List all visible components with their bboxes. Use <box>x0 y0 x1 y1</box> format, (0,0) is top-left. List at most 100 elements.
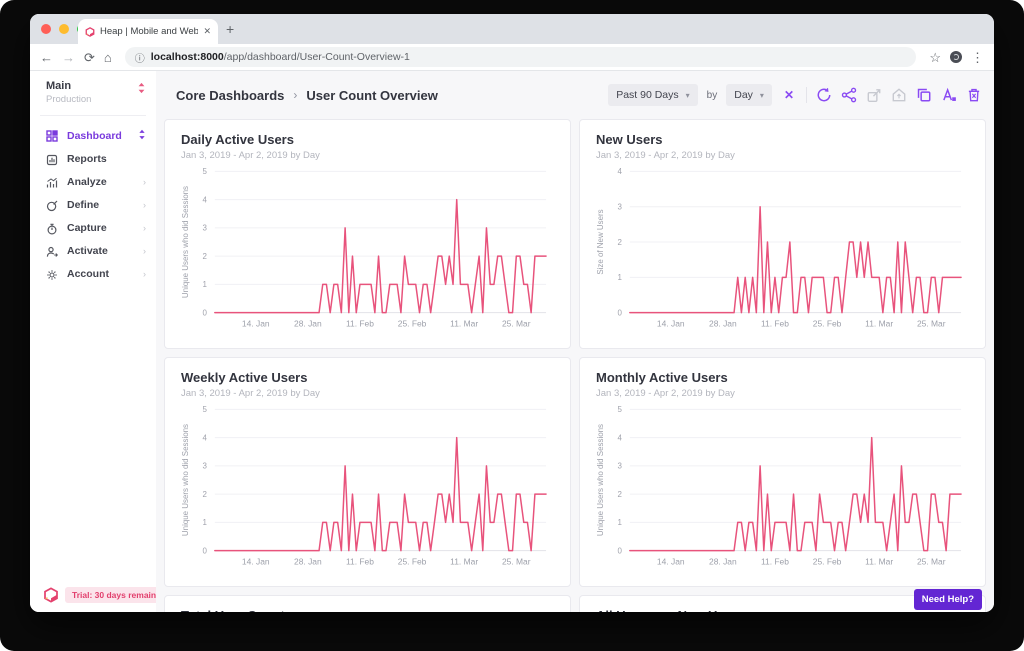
svg-text:25. Feb: 25. Feb <box>813 557 842 567</box>
address-bar[interactable]: ⓘ localhost:8000/app/dashboard/User-Coun… <box>125 47 917 67</box>
analyze-icon <box>46 176 58 188</box>
sidebar-item-account[interactable]: Account › <box>30 262 156 285</box>
card-total-user-count[interactable]: Total User Count <box>164 595 571 612</box>
card-daily-active-users[interactable]: Daily Active Users Jan 3, 2019 - Apr 2, … <box>164 119 571 349</box>
card-title: Total User Count <box>181 608 554 612</box>
dashboard-caret-icon[interactable] <box>138 129 146 142</box>
trash-icon[interactable] <box>966 87 982 103</box>
svg-text:11. Mar: 11. Mar <box>865 557 893 567</box>
refresh-icon[interactable] <box>816 87 832 103</box>
svg-text:28. Jan: 28. Jan <box>294 319 322 329</box>
svg-text:25. Feb: 25. Feb <box>398 319 427 329</box>
svg-text:3: 3 <box>617 462 622 471</box>
dashboard-main: Core Dashboards › User Count Overview Pa… <box>156 71 994 612</box>
card-weekly-active-users[interactable]: Weekly Active Users Jan 3, 2019 - Apr 2,… <box>164 357 571 587</box>
activate-icon <box>46 245 58 257</box>
home-icon[interactable]: ⌂ <box>104 51 112 64</box>
url-host: localhost:8000 <box>151 51 224 63</box>
svg-text:Size of New Users: Size of New Users <box>596 209 605 274</box>
heap-logo-icon <box>43 587 59 603</box>
rename-icon[interactable] <box>941 87 957 103</box>
bookmark-star-icon[interactable]: ☆ <box>929 51 941 64</box>
sidebar-item-label: Dashboard <box>67 130 122 142</box>
granularity-dropdown[interactable]: Day ▾ <box>726 84 772 106</box>
svg-text:0: 0 <box>202 308 207 317</box>
sidebar-item-label: Reports <box>67 153 107 165</box>
svg-text:Unique Users who did Sessions: Unique Users who did Sessions <box>181 424 190 536</box>
sidebar-item-reports[interactable]: Reports <box>30 147 156 170</box>
capture-icon <box>46 222 58 234</box>
svg-text:14. Jan: 14. Jan <box>657 319 685 329</box>
minimize-window-button[interactable] <box>59 24 69 34</box>
line-chart: 01234514. Jan28. Jan11. Feb25. Feb11. Ma… <box>181 401 554 571</box>
extension-icon[interactable] <box>950 51 962 63</box>
breadcrumb-core-dashboards[interactable]: Core Dashboards <box>176 88 284 103</box>
chevron-down-icon: ▾ <box>760 91 764 100</box>
svg-text:0: 0 <box>617 546 622 555</box>
svg-text:2: 2 <box>617 490 622 499</box>
browser-tabstrip: Heap | Mobile and Web Analyti ✕ + <box>30 14 994 44</box>
reload-icon[interactable]: ⟳ <box>84 51 95 64</box>
tab-close-icon[interactable]: ✕ <box>203 26 211 37</box>
close-window-button[interactable] <box>41 24 51 34</box>
svg-text:1: 1 <box>617 518 622 527</box>
cards-row-1: Daily Active Users Jan 3, 2019 - Apr 2, … <box>164 119 986 349</box>
svg-text:14. Jan: 14. Jan <box>657 557 685 567</box>
cards-row-3: Total User Count All Users vs. New Users <box>164 595 986 612</box>
forward-icon[interactable]: → <box>62 51 75 64</box>
date-range-value: Past 90 Days <box>616 89 678 101</box>
tab-title: Heap | Mobile and Web Analyti <box>100 26 198 37</box>
sidebar-item-dashboard[interactable]: Dashboard <box>30 124 156 147</box>
card-new-users[interactable]: New Users Jan 3, 2019 - Apr 2, 2019 by D… <box>579 119 986 349</box>
clear-filter-icon[interactable]: ✕ <box>784 88 794 102</box>
svg-text:0: 0 <box>202 546 207 555</box>
back-icon[interactable]: ← <box>40 51 53 64</box>
svg-text:1: 1 <box>202 518 207 527</box>
card-title: All Users vs. New Users <box>596 608 969 612</box>
browser-tab[interactable]: Heap | Mobile and Web Analyti ✕ <box>78 19 218 44</box>
sidebar-item-label: Define <box>67 199 99 211</box>
svg-text:11. Feb: 11. Feb <box>761 319 789 329</box>
sidebar-item-label: Analyze <box>67 176 107 188</box>
site-info-icon[interactable]: ⓘ <box>135 50 145 65</box>
card-subtitle: Jan 3, 2019 - Apr 2, 2019 by Day <box>181 388 554 399</box>
home-pin-icon[interactable] <box>891 87 907 103</box>
need-help-button[interactable]: Need Help? <box>914 589 982 610</box>
chevron-right-icon: › <box>143 223 146 233</box>
line-chart: 01234514. Jan28. Jan11. Feb25. Feb11. Ma… <box>596 401 969 571</box>
breadcrumb-separator-icon: › <box>293 88 297 102</box>
browser-menu-icon[interactable]: ⋮ <box>971 51 984 64</box>
card-title: Weekly Active Users <box>181 370 554 385</box>
share-icon[interactable] <box>841 87 857 103</box>
sidebar-item-define[interactable]: Define › <box>30 193 156 216</box>
sidebar-item-capture[interactable]: Capture › <box>30 216 156 239</box>
chevron-down-icon: ▾ <box>686 91 690 100</box>
line-chart: 0123414. Jan28. Jan11. Feb25. Feb11. Mar… <box>596 163 969 333</box>
card-monthly-active-users[interactable]: Monthly Active Users Jan 3, 2019 - Apr 2… <box>579 357 986 587</box>
duplicate-icon[interactable] <box>916 87 932 103</box>
workspace-caret-icon[interactable] <box>137 82 146 94</box>
svg-text:5: 5 <box>202 167 207 176</box>
new-tab-button[interactable]: + <box>226 21 234 37</box>
sidebar-item-label: Capture <box>67 222 107 234</box>
report-icon <box>46 153 58 165</box>
workspace-switcher[interactable]: Main Production <box>30 71 156 112</box>
svg-text:11. Feb: 11. Feb <box>761 557 789 567</box>
svg-text:2: 2 <box>202 490 207 499</box>
svg-text:14. Jan: 14. Jan <box>242 319 270 329</box>
sidebar-item-activate[interactable]: Activate › <box>30 239 156 262</box>
svg-text:25. Mar: 25. Mar <box>917 319 946 329</box>
dashboard-header: Core Dashboards › User Count Overview Pa… <box>164 71 986 119</box>
svg-text:Unique Users who did Sessions: Unique Users who did Sessions <box>181 186 190 298</box>
grid-icon <box>46 130 58 142</box>
date-range-dropdown[interactable]: Past 90 Days ▾ <box>608 84 697 106</box>
sidebar-item-analyze[interactable]: Analyze › <box>30 170 156 193</box>
browser-toolbar: ← → ⟳ ⌂ ⓘ localhost:8000/app/dashboard/U… <box>30 44 994 71</box>
move-icon[interactable] <box>866 87 882 103</box>
account-icon <box>46 268 58 280</box>
card-subtitle: Jan 3, 2019 - Apr 2, 2019 by Day <box>181 150 554 161</box>
granularity-value: Day <box>734 89 753 101</box>
url-text: localhost:8000/app/dashboard/User-Count-… <box>151 51 410 63</box>
card-title: New Users <box>596 132 969 147</box>
browser-window: Heap | Mobile and Web Analyti ✕ + ← → ⟳ … <box>30 14 994 612</box>
